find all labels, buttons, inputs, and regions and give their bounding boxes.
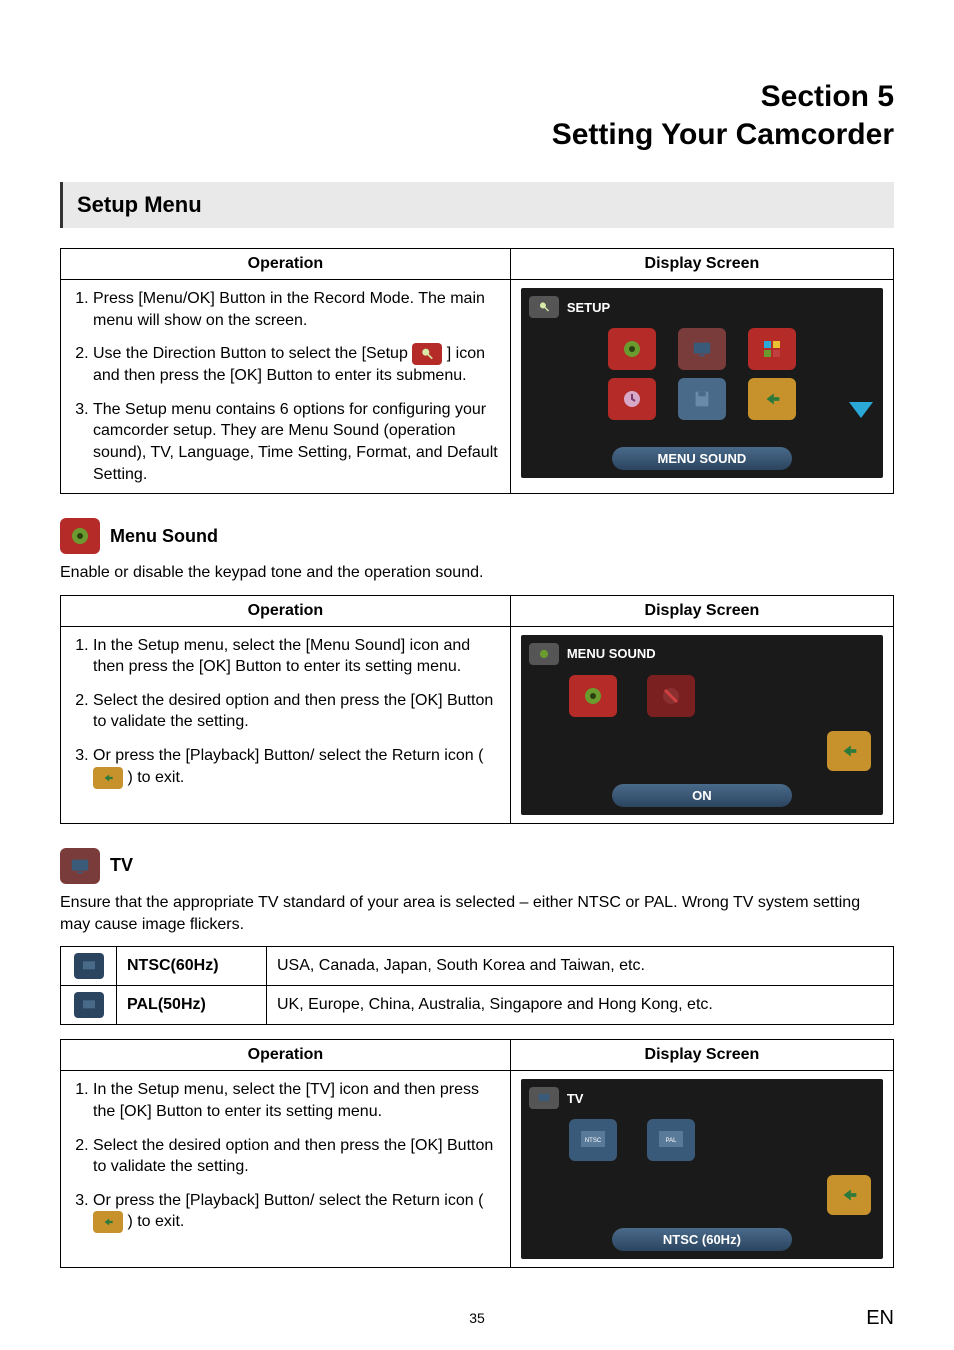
col-display-screen: Display Screen [510,595,893,626]
sound-off-icon [647,675,695,717]
speaker-icon [608,328,656,370]
pal-icon [74,992,104,1018]
ntsc-icon: NTSC [569,1119,617,1161]
section-title: Setting Your Camcorder [60,118,894,152]
page-language: EN [866,1307,894,1330]
menu-sound-operations: In the Setup menu, select the [Menu Soun… [61,626,511,823]
return-icon [93,767,123,789]
col-operation: Operation [61,1040,511,1071]
setup-menu-bar: Setup Menu [60,182,894,228]
tv-icon [678,328,726,370]
display-screen-cell: TV NTSC PAL NTSC (60Hz) [510,1071,893,1268]
tv-heading: TV [60,848,894,884]
tv-desc: Ensure that the appropriate TV standard … [60,892,894,937]
pal-icon: PAL [647,1119,695,1161]
op-step: Select the desired option and then press… [93,1135,500,1178]
ntsc-icon-cell [61,947,117,986]
tv-standards-table: NTSC(60Hz) USA, Canada, Japan, South Kor… [60,946,894,1025]
pal-desc: UK, Europe, China, Australia, Singapore … [267,986,894,1025]
screen-title: TV [567,1091,584,1106]
op-step: Or press the [Playback] Button/ select t… [93,1190,500,1234]
screen-title: MENU SOUND [567,646,656,661]
op-step: In the Setup menu, select the [Menu Soun… [93,635,500,678]
return-icon [93,1211,123,1233]
screen-footer: ON [612,784,792,807]
display-screen-cell: MENU SOUND ON [510,626,893,823]
tv-op-table: Operation Display Screen In the Setup me… [60,1039,894,1268]
op-step: The Setup menu contains 6 options for co… [93,399,500,485]
screen-title: SETUP [567,300,610,315]
menu-sound-label: Menu Sound [110,526,218,547]
menu-sound-heading: Menu Sound [60,518,894,554]
op-step: Press [Menu/OK] Button in the Record Mod… [93,288,500,331]
return-icon [827,731,871,771]
setup-operations: Press [Menu/OK] Button in the Record Mod… [61,280,511,494]
svg-text:PAL: PAL [665,1138,677,1144]
down-arrow-icon [849,402,873,418]
screen-footer: MENU SOUND [612,447,792,470]
wrench-icon [412,343,442,365]
return-icon [748,378,796,420]
tv-operations: In the Setup menu, select the [TV] icon … [61,1071,511,1268]
pal-label: PAL(50Hz) [117,986,267,1025]
menu-sound-table: Operation Display Screen In the Setup me… [60,595,894,824]
table-row: PAL(50Hz) UK, Europe, China, Australia, … [61,986,894,1025]
op-step: In the Setup menu, select the [TV] icon … [93,1079,500,1122]
tv-icon [60,848,100,884]
menu-sound-screen: MENU SOUND ON [521,635,883,815]
table-row: NTSC(60Hz) USA, Canada, Japan, South Kor… [61,947,894,986]
op-step: Use the Direction Button to select the [… [93,343,500,387]
settings-icon [748,328,796,370]
pal-icon-cell [61,986,117,1025]
op-step: Select the desired option and then press… [93,690,500,733]
screen-footer: NTSC (60Hz) [612,1228,792,1251]
clock-icon [608,378,656,420]
svg-text:NTSC: NTSC [585,1138,602,1144]
col-display-screen: Display Screen [510,249,893,280]
tv-icon [529,1087,559,1109]
col-operation: Operation [61,249,511,280]
display-screen-cell: SETUP [510,280,893,494]
op-step: Or press the [Playback] Button/ select t… [93,745,500,789]
tv-screen: TV NTSC PAL NTSC (60Hz) [521,1079,883,1259]
col-operation: Operation [61,595,511,626]
speaker-icon [60,518,100,554]
setup-screen: SETUP [521,288,883,478]
page-number: 35 [469,1310,485,1326]
speaker-icon [529,643,559,665]
return-icon [827,1175,871,1215]
ntsc-icon [74,953,104,979]
ntsc-desc: USA, Canada, Japan, South Korea and Taiw… [267,947,894,986]
section-header: Section 5 Setting Your Camcorder [60,80,894,152]
setup-menu-table: Operation Display Screen Press [Menu/OK]… [60,248,894,494]
menu-sound-desc: Enable or disable the keypad tone and th… [60,562,894,584]
format-icon [678,378,726,420]
tv-label: TV [110,855,133,876]
ntsc-label: NTSC(60Hz) [117,947,267,986]
wrench-icon [529,296,559,318]
sound-on-icon [569,675,617,717]
section-number: Section 5 [60,80,894,114]
col-display-screen: Display Screen [510,1040,893,1071]
